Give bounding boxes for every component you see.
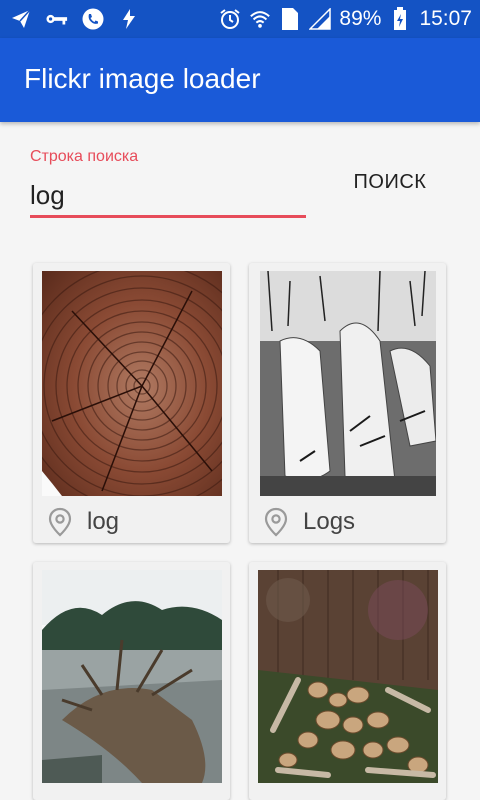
bolt-icon: [118, 7, 140, 31]
result-card-footer: Logs: [249, 501, 446, 543]
search-field[interactable]: [30, 174, 306, 218]
search-button[interactable]: ПОИСК: [342, 160, 438, 204]
sim-slot-indicator: [279, 7, 301, 31]
result-image[interactable]: [258, 570, 438, 783]
wifi-icon: [249, 7, 271, 31]
phone-icon: [82, 7, 104, 31]
battery-icon: [389, 7, 411, 31]
search-input[interactable]: [30, 174, 306, 216]
telegram-icon: [10, 7, 32, 31]
battery-percent: 89%: [339, 7, 382, 30]
search-underline: [30, 215, 306, 218]
location-pin-icon: [48, 507, 72, 537]
result-card[interactable]: Logs: [249, 263, 446, 543]
result-caption: log: [87, 508, 120, 535]
key-icon: [46, 7, 68, 31]
clock: 15:07: [419, 7, 472, 30]
location-pin-icon: [264, 507, 288, 537]
status-system-icons: 89% 15:07: [219, 6, 472, 32]
result-caption: Logs: [303, 508, 356, 535]
result-card[interactable]: [33, 562, 230, 800]
app-title: Flickr image loader: [24, 63, 261, 94]
result-image[interactable]: [260, 271, 436, 496]
app-bar: Flickr image loader: [0, 38, 480, 122]
result-card[interactable]: [249, 562, 446, 800]
result-image[interactable]: [42, 271, 222, 496]
status-notification-icons: [10, 7, 140, 31]
status-bar: 89% 15:07: [0, 0, 480, 38]
result-card-footer: log: [33, 501, 230, 543]
result-card[interactable]: log: [33, 263, 230, 543]
result-image[interactable]: [42, 570, 222, 783]
search-label: Строка поиска: [30, 148, 139, 165]
signal-icon: [309, 7, 332, 31]
alarm-icon: [219, 7, 241, 31]
